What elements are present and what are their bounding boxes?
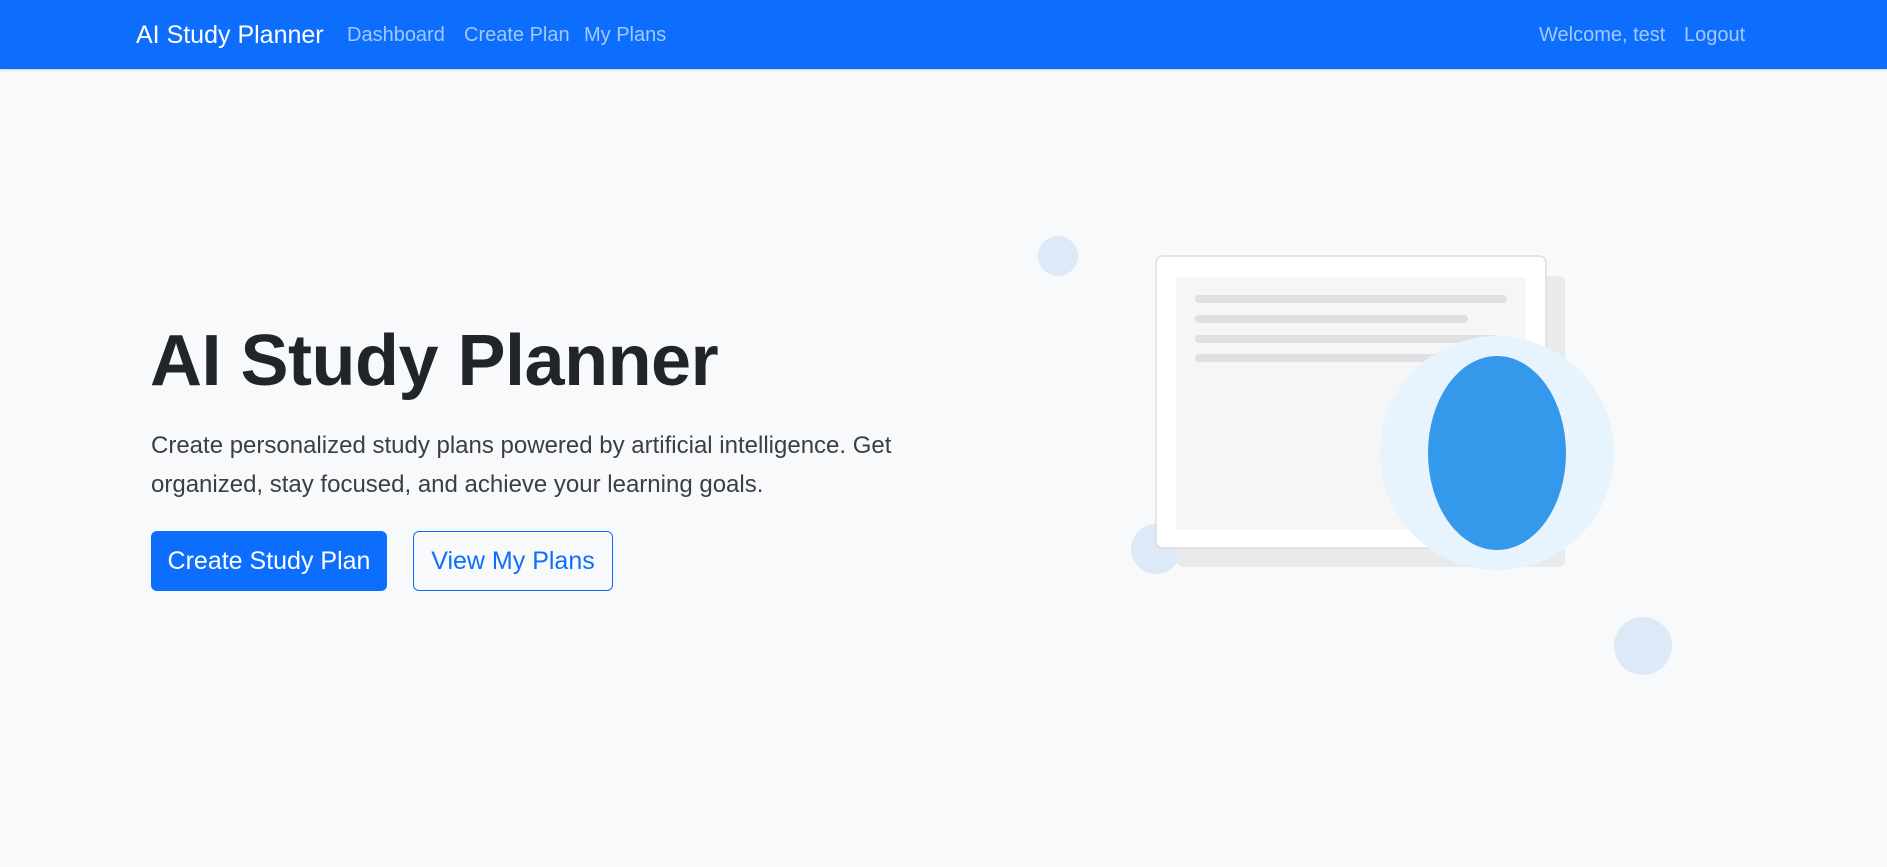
view-my-plans-button[interactable]: View My Plans [413,531,613,591]
decorative-bubble [1614,617,1672,675]
brand-link[interactable]: AI Study Planner [136,20,324,50]
create-study-plan-button[interactable]: Create Study Plan [151,531,387,591]
nav-link-dashboard[interactable]: Dashboard [347,23,445,47]
page-title: AI Study Planner [150,321,719,401]
decorative-bubble [1038,236,1078,276]
avatar-shape [1428,356,1566,550]
nav-link-my-plans[interactable]: My Plans [584,23,666,47]
navbar: AI Study Planner Dashboard Create Plan M… [0,0,1887,69]
nav-link-create-plan[interactable]: Create Plan [464,23,570,47]
text-line [1195,315,1468,323]
hero-description: Create personalized study plans powered … [151,432,892,498]
text-line [1195,335,1497,343]
hero-illustration [1038,236,1672,675]
text-line [1195,295,1507,303]
welcome-text: Welcome, test [1539,24,1666,46]
text-line [1195,354,1460,362]
logout-link[interactable]: Logout [1684,23,1745,47]
